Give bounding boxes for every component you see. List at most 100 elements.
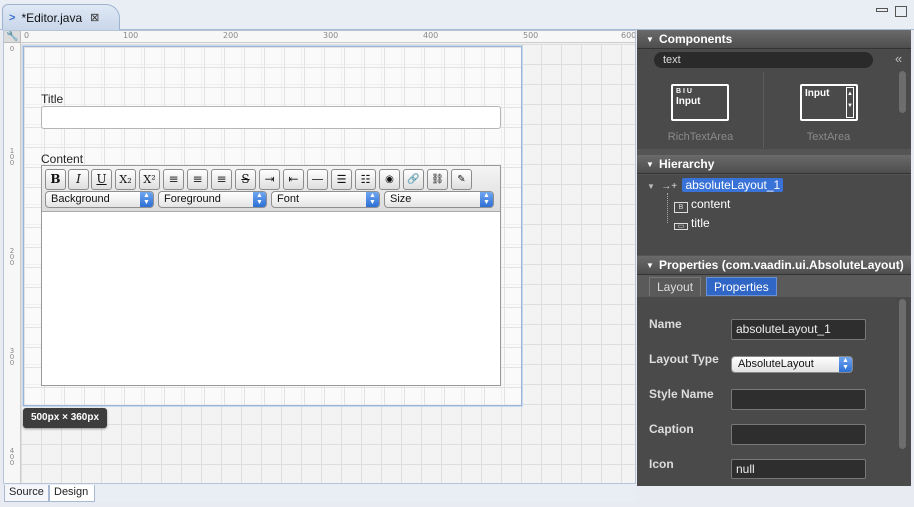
textarea-label: TextArea <box>806 131 851 143</box>
components-scrollbar[interactable] <box>899 71 906 113</box>
italic-button[interactable]: I <box>68 169 89 190</box>
components-title: Components <box>659 32 733 46</box>
tree-expand-icon[interactable]: ▼ <box>647 182 655 191</box>
remove-link-button[interactable]: ⛓ <box>427 169 448 190</box>
ruler-corner[interactable]: 🔧 <box>4 31 21 43</box>
layout-type-select[interactable]: AbsoluteLayout ▲ ▼ <box>731 356 853 373</box>
outdent-button[interactable]: ⇤ <box>283 169 304 190</box>
editor-tab-title: *Editor.java <box>21 10 83 25</box>
unordered-list-button[interactable]: ☷ <box>355 169 376 190</box>
richtextarea-label: RichTextArea <box>667 131 734 143</box>
hierarchy-panel: ▼ →+ absoluteLayout_1 Bcontent ▭ title <box>637 175 911 255</box>
tree-item-content[interactable]: Bcontent <box>674 197 730 213</box>
strikethrough-button[interactable]: S <box>235 169 256 190</box>
ruler-tick-label: 400 <box>423 31 439 40</box>
properties-tabs: Layout Properties <box>637 275 911 297</box>
foreground-select[interactable]: Foreground ▲ ▼ <box>158 191 267 208</box>
wrench-icon[interactable]: 🔧 <box>6 31 18 42</box>
tree-root-row[interactable]: ▼ →+ absoluteLayout_1 <box>647 178 784 192</box>
name-label: Name <box>649 317 682 331</box>
size-tooltip: 500px × 360px <box>23 408 107 428</box>
close-tab-icon[interactable]: ⊠ <box>90 11 99 24</box>
double-chevron-left-icon[interactable]: « <box>895 51 902 66</box>
align-left-button[interactable]: ≡ <box>163 169 184 190</box>
properties-header[interactable]: ▼ Properties (com.vaadin.ui.AbsoluteLayo… <box>637 256 911 275</box>
ordered-list-button[interactable]: ☰ <box>331 169 352 190</box>
select-arrows-icon: ▲ ▼ <box>480 192 493 207</box>
clear-format-button[interactable]: ✎ <box>451 169 472 190</box>
select-arrows-icon: ▲ ▼ <box>839 357 852 372</box>
foreground-select-label: Foreground <box>164 193 221 205</box>
ruler-tick-label: 100 <box>9 147 15 167</box>
richtextarea-icon: B <box>674 202 688 213</box>
editor-window: > *Editor.java ⊠ 🔧 0 100 200 300 400 500… <box>0 0 914 507</box>
minimize-icon[interactable] <box>876 8 888 12</box>
title-field-label: Title <box>41 92 64 106</box>
style-name-label: Style Name <box>649 387 714 401</box>
layout-type-value: AbsoluteLayout <box>738 358 814 370</box>
ruler-tick-label: 200 <box>223 31 239 40</box>
style-name-field[interactable] <box>731 389 866 410</box>
tree-connector <box>667 193 668 223</box>
side-panels: ▼ Components text « B I U Input RichText… <box>637 30 911 486</box>
ruler-tick-label: 600 <box>621 31 636 40</box>
component-richtextarea[interactable]: B I U Input RichTextArea <box>637 72 764 148</box>
textarea-scroll-icon: ▲ ▼ <box>846 87 854 118</box>
insert-link-button[interactable]: 🔗 <box>403 169 424 190</box>
align-right-button[interactable]: ≡ <box>211 169 232 190</box>
size-select[interactable]: Size ▲ ▼ <box>384 191 494 208</box>
bold-button[interactable]: B <box>45 169 66 190</box>
caption-field[interactable] <box>731 424 866 445</box>
subscript-button[interactable]: X₂ <box>115 169 136 190</box>
absolute-layout-icon: →+ <box>661 181 678 192</box>
rich-text-toolbar: B I U X₂ X² ≡ ≡ ≡ S ⇥ ⇤ — ☰ ☷ ◉ 🔗 ⛓ ✎ Ba… <box>42 166 500 212</box>
ruler-tick-label: 300 <box>9 347 15 367</box>
design-canvas-area: 🔧 0 100 200 300 400 500 600 0 100 200 30… <box>3 30 636 484</box>
font-select-label: Font <box>277 193 300 205</box>
vaadin-file-icon: > <box>9 11 16 24</box>
align-center-button[interactable]: ≡ <box>187 169 208 190</box>
editor-tab[interactable]: > *Editor.java ⊠ <box>2 4 120 30</box>
maximize-icon[interactable] <box>895 6 907 17</box>
size-select-label: Size <box>390 193 412 205</box>
indent-button[interactable]: ⇥ <box>259 169 280 190</box>
tab-source[interactable]: Source <box>4 485 49 502</box>
tab-properties[interactable]: Properties <box>706 277 777 296</box>
components-header[interactable]: ▼ Components <box>637 30 911 49</box>
background-select[interactable]: Background ▲ ▼ <box>45 191 154 208</box>
name-field[interactable]: absoluteLayout_1 <box>731 319 866 340</box>
component-textarea[interactable]: Input ▲ ▼ TextArea <box>765 72 892 148</box>
ruler-tick-label: 300 <box>323 31 339 40</box>
superscript-button[interactable]: X² <box>139 169 160 190</box>
select-arrows-icon: ▲ ▼ <box>140 192 153 207</box>
textarea-preview-icon: Input ▲ ▼ <box>800 84 858 121</box>
components-panel: text « B I U Input RichTextArea Input ▲ ▼… <box>637 49 911 149</box>
vertical-ruler: 0 100 200 300 400 <box>4 43 21 483</box>
title-field[interactable] <box>41 106 501 129</box>
horizontal-rule-button[interactable]: — <box>307 169 328 190</box>
component-search-input[interactable]: text <box>654 52 873 68</box>
insert-image-button[interactable]: ◉ <box>379 169 400 190</box>
tree-item-label: content <box>691 197 731 211</box>
properties-title: Properties (com.vaadin.ui.AbsoluteLayout… <box>659 258 904 272</box>
caption-label: Caption <box>649 422 694 436</box>
rich-text-area[interactable]: B I U X₂ X² ≡ ≡ ≡ S ⇥ ⇤ — ☰ ☷ ◉ 🔗 ⛓ ✎ Ba… <box>41 165 501 386</box>
tree-item-title[interactable]: ▭ title <box>674 216 710 230</box>
ruler-tick-label: 0 <box>9 45 15 53</box>
ruler-tick-label: 0 <box>24 31 30 40</box>
properties-scrollbar[interactable] <box>899 299 906 449</box>
tab-design[interactable]: Design <box>49 485 95 502</box>
horizontal-ruler: 0 100 200 300 400 500 600 <box>21 31 636 43</box>
underline-button[interactable]: U <box>91 169 112 190</box>
tab-layout[interactable]: Layout <box>649 277 702 296</box>
hierarchy-header[interactable]: ▼ Hierarchy <box>637 155 911 174</box>
icon-field[interactable]: null <box>731 459 866 479</box>
ruler-tick-label: 200 <box>9 247 15 267</box>
ruler-tick-label: 400 <box>9 447 15 467</box>
tree-root-label: absoluteLayout_1 <box>682 178 784 192</box>
richtextarea-preview-text: Input <box>676 96 701 107</box>
font-select[interactable]: Font ▲ ▼ <box>271 191 380 208</box>
collapse-triangle-icon: ▼ <box>646 160 654 169</box>
editor-mode-tabs: Source Design <box>3 484 636 502</box>
editor-tab-bar: > *Editor.java ⊠ <box>0 0 914 30</box>
